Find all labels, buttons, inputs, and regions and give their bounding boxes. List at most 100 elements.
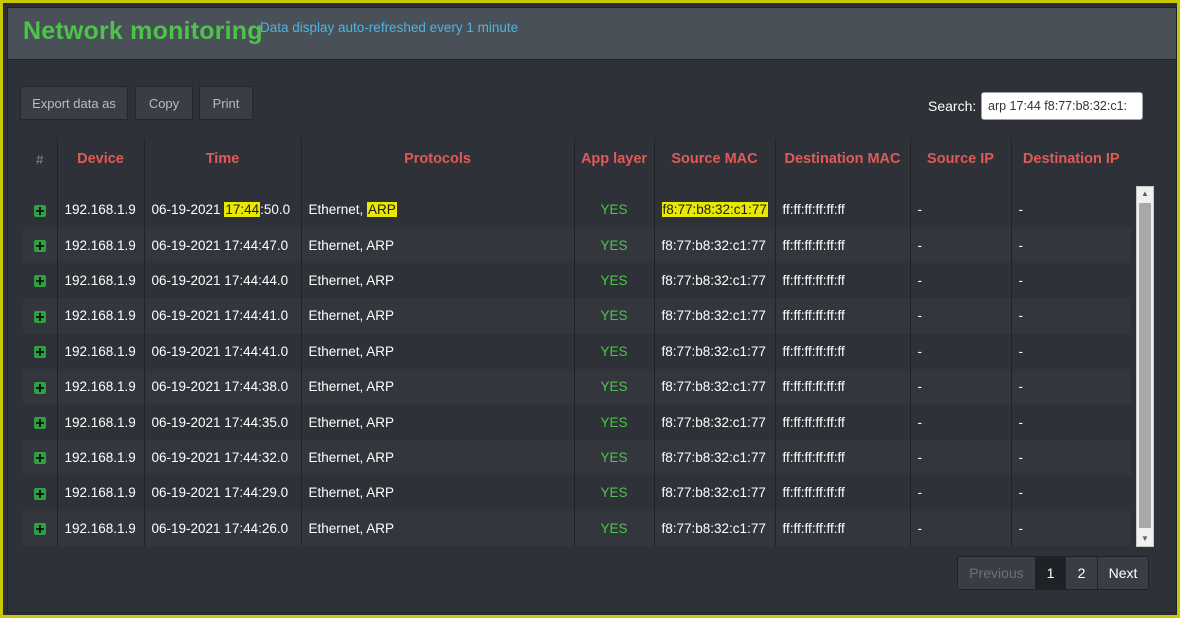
copy-button[interactable]: Copy	[135, 86, 193, 120]
expand-cell	[23, 368, 57, 405]
time-text: 06-19-2021 17:44:29.0	[151, 485, 289, 501]
cell-time: 06-19-2021 17:44:41.0	[143, 333, 301, 369]
cell-destination-mac: ff:ff:ff:ff:ff:ff	[774, 475, 910, 511]
cell-device: 192.168.1.9	[56, 510, 144, 546]
pagination: Previous 1 2 Next	[957, 556, 1149, 590]
plus-square-icon[interactable]	[33, 381, 46, 394]
col-header-destination-ip[interactable]: Destination IP	[1010, 138, 1131, 180]
protocol-text: Ethernet, ARP	[308, 379, 395, 395]
cell-app-layer: YES	[573, 298, 654, 334]
col-header-time[interactable]: Time	[143, 138, 301, 180]
cell-source-mac: f8:77:b8:32:c1:77	[653, 298, 775, 334]
plus-square-icon[interactable]	[33, 310, 46, 323]
cell-device: 192.168.1.9	[56, 262, 144, 299]
cell-time: 06-19-2021 17:44:29.0	[143, 475, 301, 511]
col-header-protocols[interactable]: Protocols	[300, 138, 574, 180]
expand-cell	[23, 404, 57, 440]
cell-destination-ip: -	[1010, 298, 1131, 334]
cell-source-ip: -	[909, 475, 1011, 511]
cell-source-mac: f8:77:b8:32:c1:77	[653, 368, 775, 405]
col-header-source-mac[interactable]: Source MAC	[653, 138, 775, 180]
cell-app-layer: YES	[573, 510, 654, 546]
time-text: 06-19-2021 17:44:35.0	[151, 414, 289, 430]
search-highlight: ARP	[367, 202, 397, 218]
cell-source-mac: f8:77:b8:32:c1:77	[653, 192, 775, 228]
cell-destination-ip: -	[1010, 404, 1131, 440]
previous-page-button[interactable]: Previous	[958, 557, 1035, 589]
table-row[interactable]: 192.168.1.9 06-19-2021 17:44:47.0 Ethernet…	[23, 227, 1131, 263]
export-button[interactable]: Export data as	[20, 86, 128, 120]
cell-protocols: Ethernet, ARP	[300, 475, 574, 511]
cell-protocols: Ethernet, ARP	[300, 368, 574, 405]
cell-protocols: Ethernet, ARP	[300, 439, 574, 476]
expand-cell	[23, 510, 57, 546]
protocol-text: Ethernet, ARP	[308, 520, 395, 536]
table-row[interactable]: 192.168.1.9 06-19-2021 17:44:35.0 Ethernet…	[23, 404, 1131, 440]
table-scrollbar[interactable]: ▲ ▼	[1136, 186, 1154, 547]
table-row[interactable]: 192.168.1.9 06-19-2021 17:44:50.0 Ethernet…	[23, 192, 1131, 228]
expand-cell	[23, 475, 57, 511]
scrollbar-thumb[interactable]	[1139, 203, 1151, 528]
plus-square-icon[interactable]	[33, 452, 46, 465]
data-table: # Device Time Protocols App layer Source…	[23, 138, 1131, 546]
table-row[interactable]: 192.168.1.9 06-19-2021 17:44:32.0 Ethernet…	[23, 439, 1131, 476]
time-text: :50.0	[260, 202, 291, 218]
page-1-button[interactable]: 1	[1035, 557, 1065, 589]
cell-destination-ip: -	[1010, 475, 1131, 511]
cell-source-mac: f8:77:b8:32:c1:77	[653, 510, 775, 546]
plus-square-icon[interactable]	[33, 416, 46, 429]
triangle-down-icon[interactable]: ▼	[1137, 532, 1153, 546]
table-row[interactable]: 192.168.1.9 06-19-2021 17:44:26.0 Ethernet…	[23, 510, 1131, 546]
time-text: 06-19-2021 17:44:26.0	[151, 520, 289, 536]
cell-source-ip: -	[909, 333, 1011, 369]
page-title: Network monitoring	[23, 17, 263, 45]
col-header-source-ip[interactable]: Source IP	[909, 138, 1011, 180]
time-text: 06-19-2021 17:44:41.0	[151, 308, 289, 324]
col-header-device[interactable]: Device	[56, 138, 144, 180]
col-header-app-layer[interactable]: App layer	[573, 138, 654, 180]
cell-device: 192.168.1.9	[56, 192, 144, 228]
expand-cell	[23, 227, 57, 263]
expand-cell	[23, 192, 57, 228]
plus-square-icon[interactable]	[33, 523, 46, 536]
cell-source-ip: -	[909, 192, 1011, 228]
print-button[interactable]: Print	[199, 86, 253, 120]
expand-cell	[23, 439, 57, 476]
table-row[interactable]: 192.168.1.9 06-19-2021 17:44:29.0 Ethernet…	[23, 475, 1131, 511]
header-spacer	[23, 180, 1131, 192]
time-text: 06-19-2021 17:44:44.0	[151, 272, 289, 288]
cell-device: 192.168.1.9	[56, 404, 144, 440]
cell-app-layer: YES	[573, 192, 654, 228]
plus-square-icon[interactable]	[33, 240, 46, 253]
next-page-button[interactable]: Next	[1097, 557, 1148, 589]
cell-destination-ip: -	[1010, 439, 1131, 476]
table-row[interactable]: 192.168.1.9 06-19-2021 17:44:38.0 Ethernet…	[23, 368, 1131, 405]
cell-time: 06-19-2021 17:44:26.0	[143, 510, 301, 546]
cell-source-mac: f8:77:b8:32:c1:77	[653, 333, 775, 369]
cell-device: 192.168.1.9	[56, 439, 144, 476]
cell-app-layer: YES	[573, 439, 654, 476]
cell-destination-mac: ff:ff:ff:ff:ff:ff	[774, 404, 910, 440]
protocol-text: Ethernet, ARP	[308, 237, 395, 253]
plus-square-icon[interactable]	[33, 346, 46, 359]
cell-destination-mac: ff:ff:ff:ff:ff:ff	[774, 368, 910, 405]
time-text: 06-19-2021 17:44:41.0	[151, 343, 289, 359]
table-row[interactable]: 192.168.1.9 06-19-2021 17:44:44.0 Ethernet…	[23, 262, 1131, 299]
cell-destination-ip: -	[1010, 368, 1131, 405]
cell-source-ip: -	[909, 404, 1011, 440]
col-header-destination-mac[interactable]: Destination MAC	[774, 138, 910, 180]
page-2-button[interactable]: 2	[1065, 557, 1097, 589]
cell-time: 06-19-2021 17:44:38.0	[143, 368, 301, 405]
col-header-index[interactable]: #	[23, 138, 57, 180]
plus-square-icon[interactable]	[33, 204, 46, 217]
plus-square-icon[interactable]	[33, 487, 46, 500]
table-row[interactable]: 192.168.1.9 06-19-2021 17:44:41.0 Ethernet…	[23, 298, 1131, 334]
plus-square-icon[interactable]	[33, 275, 46, 288]
triangle-up-icon[interactable]: ▲	[1137, 187, 1153, 201]
table-row[interactable]: 192.168.1.9 06-19-2021 17:44:41.0 Ethernet…	[23, 333, 1131, 369]
cell-app-layer: YES	[573, 368, 654, 405]
cell-source-mac: f8:77:b8:32:c1:77	[653, 227, 775, 263]
window-frame: Network monitoring Data display auto-ref…	[0, 0, 1180, 618]
cell-destination-ip: -	[1010, 227, 1131, 263]
search-input[interactable]	[981, 92, 1143, 120]
